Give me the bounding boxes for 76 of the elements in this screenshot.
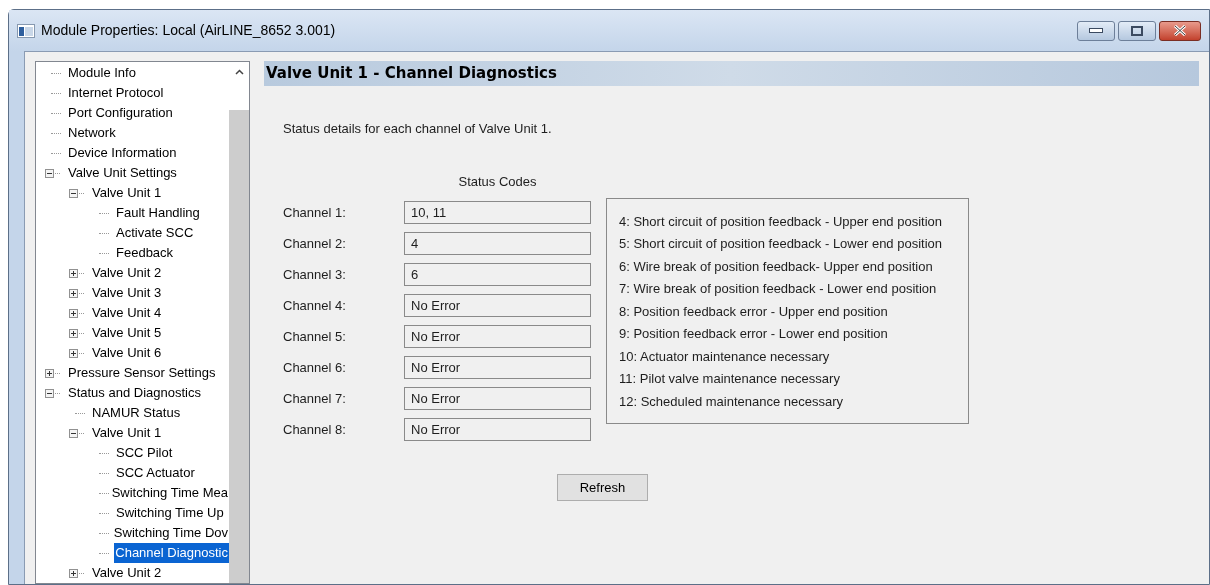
collapse-icon[interactable] (69, 188, 78, 198)
tree-item[interactable]: Switching Time Dov (112, 523, 229, 543)
legend-entry: 9: Position feedback error - Lower end position (619, 325, 889, 343)
expand-icon[interactable] (69, 348, 78, 358)
channel-label: Channel 7: (283, 389, 347, 408)
status-code-field: 6 (404, 263, 591, 286)
tree-item[interactable]: SCC Actuator (115, 463, 196, 483)
window-icon (17, 23, 35, 38)
tree-item[interactable]: Channel Diagnostic (114, 543, 229, 563)
legend-entry: 10: Actuator maintenance necessary (619, 347, 831, 366)
tree-item[interactable]: Switching Time Mea (110, 483, 229, 503)
channel-label: Channel 6: (283, 358, 347, 377)
scrollbar[interactable] (229, 62, 249, 583)
channel-label: Channel 1: (283, 203, 347, 222)
refresh-button[interactable]: Refresh (557, 474, 648, 501)
collapse-icon[interactable] (69, 428, 78, 438)
channel-label: Channel 3: (283, 265, 347, 284)
status-code-field: No Error (404, 387, 591, 410)
tree-item[interactable]: Valve Unit 5 (91, 323, 163, 343)
tree-item[interactable]: Internet Protocol (67, 83, 165, 103)
channel-label: Channel 2: (283, 234, 347, 253)
tree-item[interactable]: Valve Unit 3 (91, 283, 163, 303)
tree-item[interactable]: Valve Unit 2 (91, 563, 163, 583)
expand-icon[interactable] (69, 308, 78, 318)
expand-icon[interactable] (69, 288, 78, 298)
legend-entry: 11: Pilot valve maintenance necessary (619, 370, 841, 388)
tree-item[interactable]: Valve Unit Settings (67, 163, 178, 183)
tree-item[interactable]: Valve Unit 1 (91, 423, 163, 443)
channel-label: Channel 4: (283, 296, 347, 315)
status-code-field: No Error (404, 418, 591, 441)
channel-label: Channel 8: (283, 420, 347, 439)
channel-label: Channel 5: (283, 327, 347, 346)
tree-item[interactable]: SCC Pilot (115, 443, 174, 463)
legend-entry: 4: Short circuit of position feedback - Upper end position (619, 212, 943, 231)
window-title: Module Properties: Local (AirLINE_8652 3.001) (41, 21, 336, 40)
legend-entry: 6: Wire break of position feedback- Upper end position (619, 257, 934, 276)
tree-item[interactable]: Feedback (115, 243, 175, 263)
tree-item[interactable]: Valve Unit 2 (91, 263, 163, 283)
tree-item[interactable]: Pressure Sensor Settings (67, 363, 217, 383)
section-header: Valve Unit 1 - Channel Diagnostics (264, 61, 1199, 86)
legend-entry: 8: Position feedback error - Upper end position (619, 302, 889, 321)
maximize-icon (1131, 25, 1143, 36)
status-code-field: No Error (404, 356, 591, 379)
tree-item[interactable]: Network (67, 123, 117, 143)
collapse-icon[interactable] (45, 388, 54, 398)
minimize-icon (1089, 28, 1103, 33)
tree-item[interactable]: Valve Unit 6 (91, 343, 163, 363)
scroll-up-icon[interactable] (234, 69, 244, 75)
tree-item[interactable]: Status and Diagnostics (67, 383, 202, 403)
description-text: Status details for each channel of Valve Unit 1. (283, 120, 553, 138)
close-button[interactable] (1159, 20, 1201, 41)
tree-item[interactable]: Activate SCC (115, 223, 195, 243)
expand-icon[interactable] (45, 368, 54, 378)
legend-entry: 7: Wire break of position feedback - Lower end position (619, 280, 938, 298)
tree-item[interactable]: Port Configuration (67, 103, 174, 123)
close-icon (1173, 25, 1187, 36)
status-code-field: No Error (404, 294, 591, 317)
status-code-field: No Error (404, 325, 591, 348)
minimize-button[interactable] (1077, 20, 1115, 41)
legend-entry: 12: Scheduled maintenance necessary (619, 392, 845, 411)
tree-item[interactable]: Device Information (67, 143, 178, 163)
tree-item[interactable]: Module Info (67, 63, 137, 83)
tree-item[interactable]: Switching Time Up (115, 503, 225, 523)
tree-item[interactable]: NAMUR Status (91, 403, 182, 423)
expand-icon[interactable] (69, 328, 78, 338)
column-heading: Status Codes (457, 172, 538, 191)
tree-item[interactable]: Valve Unit 4 (91, 303, 163, 323)
expand-icon[interactable] (69, 568, 78, 578)
maximize-button[interactable] (1118, 20, 1156, 41)
tree-item[interactable]: Fault Handling (115, 203, 201, 223)
status-code-field: 10, 11 (404, 201, 591, 224)
collapse-icon[interactable] (45, 168, 54, 178)
tree-item[interactable]: Valve Unit 1 (91, 183, 163, 203)
status-code-field: 4 (404, 232, 591, 255)
legend-entry: 5: Short circuit of position feedback - Lower end position (619, 235, 943, 253)
expand-icon[interactable] (69, 268, 78, 278)
